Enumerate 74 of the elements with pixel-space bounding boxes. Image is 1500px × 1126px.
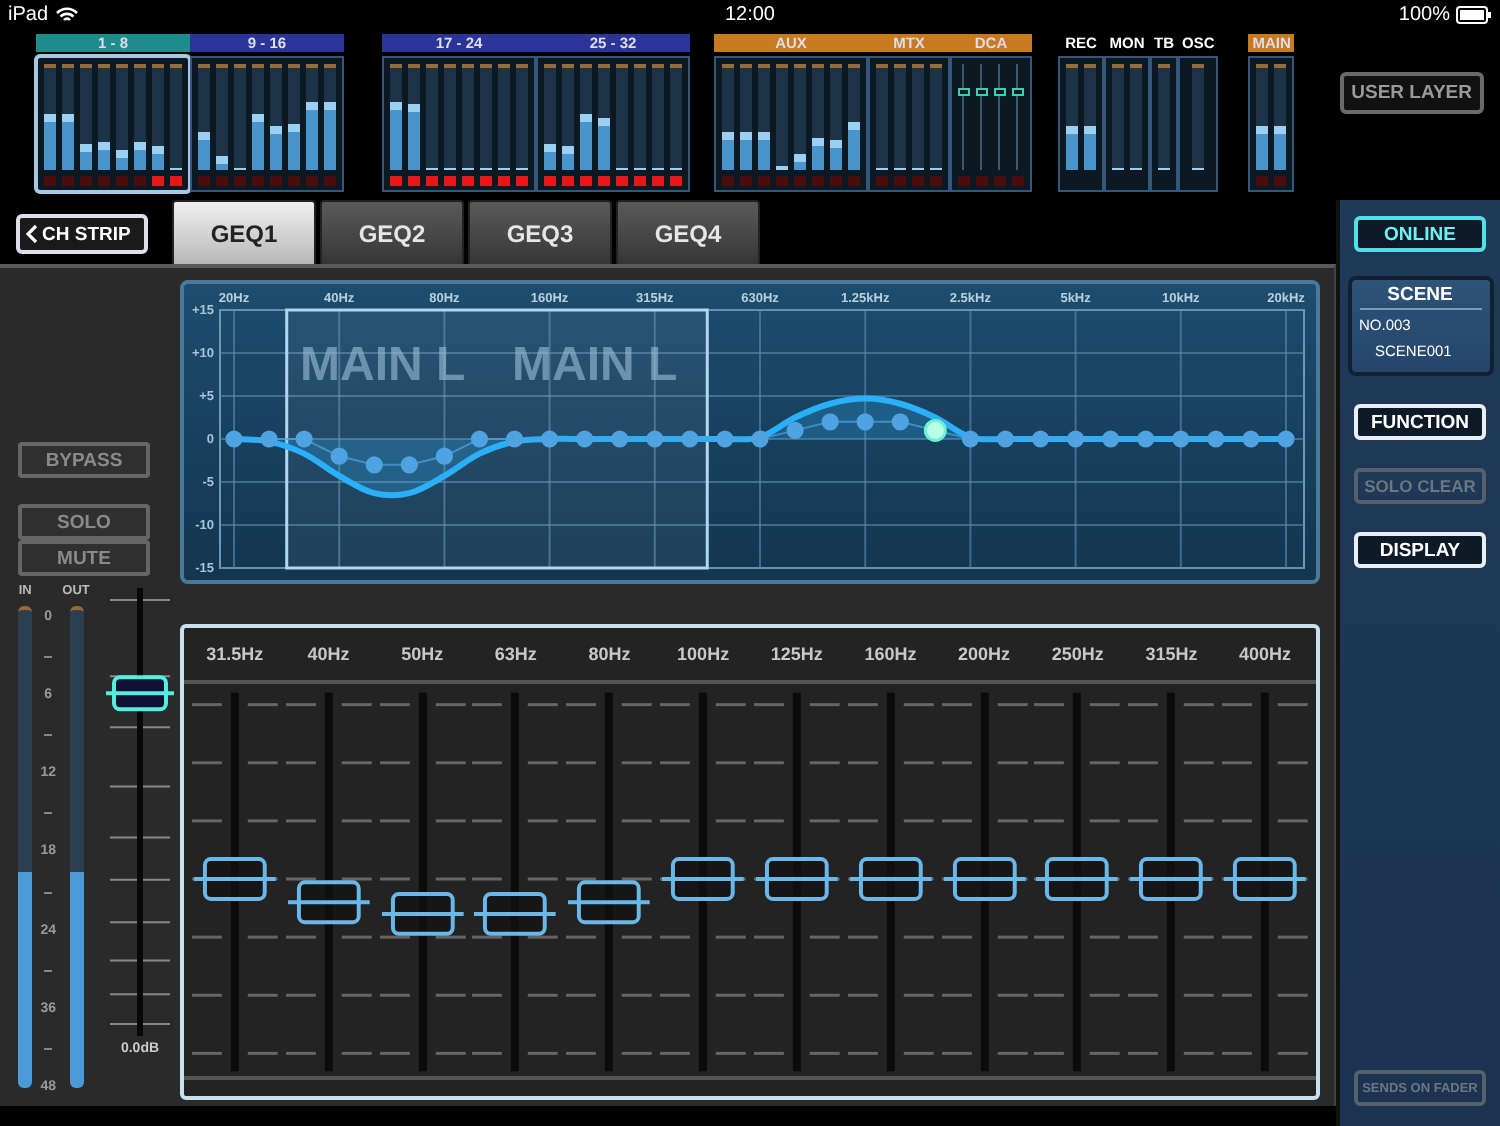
band-label: 160Hz bbox=[862, 644, 919, 664]
meter-bank[interactable] bbox=[1058, 56, 1104, 192]
chevron-left-icon bbox=[26, 224, 38, 244]
band-label: 40Hz bbox=[305, 644, 352, 664]
band-point[interactable] bbox=[1207, 430, 1225, 448]
geq-tab[interactable]: GEQ3 bbox=[468, 200, 612, 264]
battery-percent: 100% bbox=[1398, 3, 1450, 25]
meter-bank[interactable] bbox=[1248, 56, 1295, 192]
band-point[interactable] bbox=[996, 430, 1015, 448]
band-label: 80Hz bbox=[586, 644, 633, 664]
fader-thumb[interactable] bbox=[1224, 857, 1306, 901]
band-label: 125Hz bbox=[768, 644, 825, 664]
fader-thumb[interactable] bbox=[1130, 857, 1213, 901]
band-point[interactable] bbox=[225, 430, 243, 448]
meter-bank[interactable] bbox=[714, 56, 868, 192]
online-button[interactable]: ONLINE bbox=[1354, 216, 1486, 252]
fader-thumb[interactable] bbox=[958, 88, 970, 97]
wifi-icon bbox=[56, 5, 79, 23]
channel-button[interactable]: MUTE bbox=[18, 540, 150, 576]
band-label: 400Hz bbox=[1237, 644, 1294, 664]
band-label: 50Hz bbox=[399, 644, 446, 664]
band-point[interactable] bbox=[1067, 430, 1085, 448]
meter-bank[interactable] bbox=[950, 56, 1032, 192]
fader-thumb[interactable] bbox=[194, 857, 276, 901]
band-point[interactable] bbox=[716, 430, 734, 448]
band-point[interactable] bbox=[1102, 430, 1120, 448]
band-label: 250Hz bbox=[1049, 644, 1106, 664]
back-button[interactable]: CH STRIP bbox=[16, 214, 148, 254]
band-label: 315Hz bbox=[1143, 644, 1200, 664]
channel-button[interactable]: BYPASS bbox=[18, 442, 150, 478]
band-point[interactable] bbox=[1137, 430, 1155, 448]
fader-thumb[interactable] bbox=[994, 88, 1006, 97]
band-point[interactable] bbox=[1031, 430, 1050, 448]
band-label: 31.5Hz bbox=[204, 644, 266, 664]
meter-bank[interactable] bbox=[382, 56, 536, 192]
geq-tab[interactable]: GEQ1 bbox=[172, 200, 316, 264]
user-layer-button[interactable]: USER LAYER bbox=[1339, 72, 1484, 114]
fader-thumb[interactable] bbox=[1036, 857, 1119, 901]
fader-thumb[interactable] bbox=[662, 857, 744, 901]
fader-thumb[interactable] bbox=[474, 891, 557, 936]
fader-thumb[interactable] bbox=[287, 880, 370, 925]
band-label: 100Hz bbox=[675, 644, 732, 664]
fader-thumb[interactable] bbox=[1012, 88, 1024, 97]
band-point[interactable] bbox=[1277, 430, 1295, 448]
panel-button[interactable]: FUNCTION bbox=[1354, 404, 1486, 440]
band-point[interactable] bbox=[923, 418, 947, 442]
band-label: 200Hz bbox=[956, 644, 1013, 664]
band-point[interactable] bbox=[1172, 430, 1190, 448]
fader-thumb[interactable] bbox=[568, 880, 651, 925]
fader-thumb[interactable] bbox=[849, 857, 932, 901]
geq-tab[interactable]: GEQ4 bbox=[616, 200, 760, 264]
meter-bank[interactable] bbox=[536, 56, 690, 192]
band-label: 63Hz bbox=[492, 644, 539, 664]
fader-thumb[interactable] bbox=[381, 891, 463, 936]
battery-icon bbox=[1455, 5, 1492, 23]
channel-label: MAIN L bbox=[512, 338, 678, 392]
fader-thumb[interactable] bbox=[943, 857, 1025, 901]
fader-thumb[interactable] bbox=[755, 857, 838, 901]
scene-title: SCENE bbox=[1359, 284, 1481, 310]
geq-tab[interactable]: GEQ2 bbox=[320, 200, 464, 264]
panel-button[interactable]: DISPLAY bbox=[1354, 532, 1486, 568]
band-point[interactable] bbox=[1242, 430, 1260, 448]
fader-thumb[interactable] bbox=[976, 88, 988, 97]
channel-button[interactable]: SOLO bbox=[18, 504, 150, 540]
channel-label: MAIN L bbox=[300, 338, 466, 392]
clock-time: 12:00 bbox=[724, 3, 775, 25]
device-name: iPad bbox=[8, 3, 49, 25]
band-point[interactable] bbox=[751, 430, 769, 448]
meter-bank[interactable] bbox=[190, 56, 344, 192]
band-point[interactable] bbox=[505, 430, 524, 448]
band-point[interactable] bbox=[260, 430, 278, 448]
fader-thumb[interactable] bbox=[106, 675, 174, 712]
band-point[interactable] bbox=[961, 430, 979, 448]
meter-bank[interactable] bbox=[36, 56, 190, 192]
